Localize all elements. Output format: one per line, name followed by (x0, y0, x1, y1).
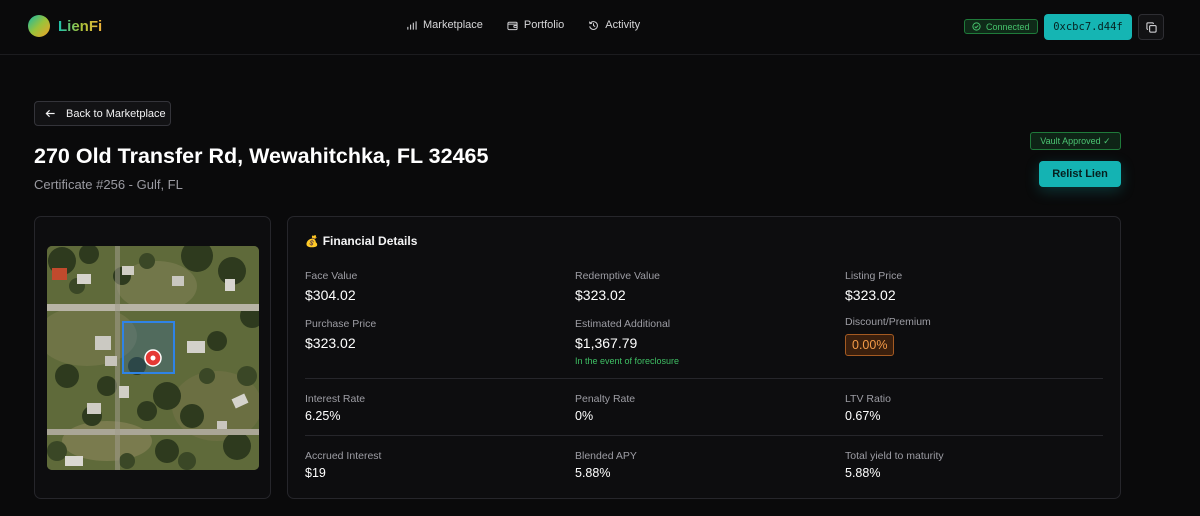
nav-link-label: Activity (605, 19, 641, 31)
discount-premium-label: Discount/Premium (845, 316, 931, 328)
financial-details-card: 💰 Financial Details Face Value $304.02 R… (287, 216, 1121, 499)
page-title: 270 Old Transfer Rd, Wewahitchka, FL 324… (34, 144, 489, 168)
top-nav: LienFi Marketplace Portfolio Activity Co… (0, 0, 1200, 55)
face-value-field: Face Value $304.02 (305, 270, 357, 303)
accrued-interest-value: $19 (305, 466, 326, 480)
interest-rate-value: 6.25% (305, 409, 341, 423)
wallet-icon (507, 21, 518, 30)
listing-price-field: Listing Price $323.02 (845, 270, 902, 303)
relist-lien-button[interactable]: Relist Lien (1039, 161, 1121, 187)
total-yield-field: Total yield to maturity 5.88% (845, 450, 944, 480)
satellite-map-image (47, 246, 259, 470)
accrued-interest-label: Accrued Interest (305, 450, 382, 462)
redemptive-value-value: $323.02 (575, 287, 626, 303)
back-to-marketplace-button[interactable]: Back to Marketplace (34, 101, 171, 126)
money-bag-icon: 💰 (305, 235, 319, 248)
certificate-subtitle: Certificate #256 - Gulf, FL (34, 177, 183, 192)
blended-apy-value: 5.88% (575, 466, 611, 480)
history-icon (589, 20, 599, 30)
copy-address-button[interactable] (1138, 14, 1164, 40)
brand-logo[interactable]: LienFi (28, 15, 102, 37)
nav-link-activity[interactable]: Activity (588, 19, 640, 31)
estimated-additional-label: Estimated Additional (575, 318, 671, 330)
interest-rate-field: Interest Rate 6.25% (305, 393, 365, 423)
penalty-rate-label: Penalty Rate (575, 393, 636, 405)
redemptive-value-label: Redemptive Value (575, 270, 661, 282)
section-divider (305, 378, 1103, 379)
status-label: Connected (986, 21, 1030, 32)
purchase-price-field: Purchase Price $323.02 (305, 318, 376, 351)
nav-link-label: Portfolio (523, 19, 565, 31)
discount-premium-badge: 0.00% (845, 334, 895, 356)
redemptive-value-field: Redemptive Value $323.02 (575, 270, 660, 303)
estimated-additional-field: Estimated Additional $1,367.79 In the ev… (575, 318, 679, 366)
accrued-interest-field: Accrued Interest $19 (305, 450, 381, 480)
discount-premium-field: Discount/Premium 0.00% (845, 316, 931, 356)
estimated-additional-value: $1,367.79 (575, 335, 638, 351)
property-map-card (34, 216, 271, 499)
section-divider (305, 435, 1103, 436)
nav-link-portfolio[interactable]: Portfolio (507, 19, 564, 31)
ltv-ratio-field: LTV Ratio 0.67% (845, 393, 891, 423)
logo-mark-icon (28, 15, 50, 37)
nav-link-marketplace[interactable]: Marketplace (406, 19, 483, 31)
listing-price-value: $323.02 (845, 287, 896, 303)
penalty-rate-value: 0% (575, 409, 594, 423)
connection-status-badge: Connected (964, 19, 1038, 34)
ltv-ratio-value: 0.67% (845, 409, 881, 423)
bar-chart-icon (407, 20, 417, 30)
interest-rate-label: Interest Rate (305, 393, 366, 405)
back-button-label: Back to Marketplace (66, 107, 166, 120)
ltv-ratio-label: LTV Ratio (845, 393, 891, 405)
total-yield-label: Total yield to maturity (845, 450, 944, 462)
brand-name: LienFi (58, 17, 103, 35)
penalty-rate-field: Penalty Rate 0% (575, 393, 635, 423)
blended-apy-label: Blended APY (575, 450, 637, 462)
copy-icon (1145, 21, 1157, 33)
wallet-address-button[interactable]: 0xcbc7.d44f (1044, 14, 1132, 40)
purchase-price-value: $323.02 (305, 335, 356, 351)
nav-link-label: Marketplace (423, 19, 483, 31)
vault-approved-badge: Vault Approved ✓ (1030, 132, 1121, 150)
purchase-price-label: Purchase Price (305, 318, 377, 330)
arrow-left-icon (45, 109, 55, 118)
listing-price-label: Listing Price (845, 270, 903, 282)
financial-details-title: Financial Details (322, 234, 418, 248)
satellite-map[interactable] (47, 246, 259, 470)
check-circle-icon (972, 22, 981, 31)
financial-details-heading: 💰 Financial Details (305, 234, 417, 248)
total-yield-value: 5.88% (845, 466, 881, 480)
face-value-label: Face Value (305, 270, 358, 282)
blended-apy-field: Blended APY 5.88% (575, 450, 637, 480)
nav-links: Marketplace Portfolio Activity (406, 19, 640, 31)
foreclosure-note: In the event of foreclosure (575, 356, 680, 366)
face-value-value: $304.02 (305, 287, 356, 303)
